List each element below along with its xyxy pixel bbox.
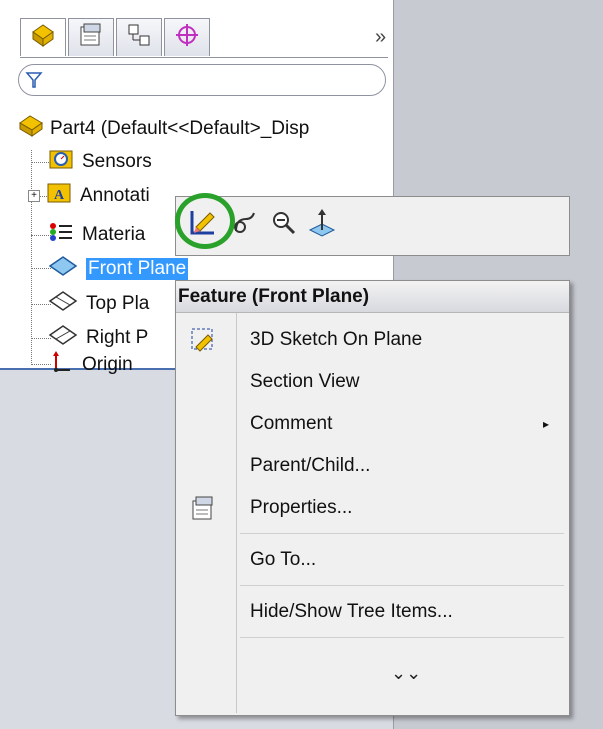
tree-item-label: Front Plane: [86, 258, 189, 280]
submenu-arrow-icon: ▸: [542, 417, 549, 431]
menu-separator: [240, 585, 564, 586]
origin-icon: [48, 350, 74, 380]
material-icon: [48, 220, 74, 250]
tree-item-label: Top Pla: [86, 293, 150, 314]
tree-item-front-plane[interactable]: Front Plane: [48, 254, 189, 284]
tree-item-label: Origin: [82, 354, 133, 375]
zoom-to-selection-icon: [270, 209, 298, 242]
menu-item-properties[interactable]: Properties...: [176, 489, 569, 527]
svg-text:A: A: [54, 188, 65, 203]
zoom-to-selection-button[interactable]: [266, 205, 302, 245]
tree-item-top-plane[interactable]: Top Pla: [48, 289, 149, 319]
plane-icon: [48, 289, 78, 319]
tree-root-label: Part4 (Default<<Default>_Disp: [50, 118, 310, 139]
edit-sketch-button[interactable]: [184, 205, 220, 245]
manager-tabbar: »: [20, 18, 388, 58]
menu-item-label: Comment: [250, 413, 333, 434]
tree-item-origin[interactable]: Origin: [48, 350, 133, 380]
menu-separator: [240, 533, 564, 534]
configuration-manager-icon: [126, 22, 152, 53]
tree-item-annotations[interactable]: + A Annotati: [28, 181, 150, 211]
tree-item-material[interactable]: Materia: [48, 220, 145, 250]
property-manager-tab[interactable]: [68, 18, 114, 56]
properties-icon: [190, 495, 216, 527]
dimxpert-manager-tab[interactable]: [164, 18, 210, 56]
menu-item-go-to[interactable]: Go To...: [176, 541, 569, 579]
context-menu: Feature (Front Plane) 3D Sketch On Plane…: [175, 280, 570, 716]
sketch-3d-icon: [190, 327, 216, 359]
edit-feature-icon: [232, 209, 260, 242]
menu-expand-chevron-icon[interactable]: ⌄⌄: [391, 663, 421, 684]
context-toolbar: [175, 196, 570, 256]
menu-separator: [240, 637, 564, 638]
menu-item-comment[interactable]: Comment ▸: [176, 405, 569, 443]
tree-item-label: Annotati: [80, 185, 150, 206]
menu-item-label: Properties...: [250, 497, 353, 518]
tabbar-divider: [20, 57, 388, 58]
menu-item-label: Parent/Child...: [250, 455, 371, 476]
menu-item-label: 3D Sketch On Plane: [250, 329, 423, 350]
plane-icon: [48, 323, 78, 353]
tab-overflow-button[interactable]: »: [375, 26, 386, 49]
property-manager-icon: [78, 22, 104, 53]
menu-header: Feature (Front Plane): [176, 281, 569, 313]
annotations-icon: A: [46, 181, 72, 211]
part-icon: [18, 114, 44, 144]
menu-item-parent-child[interactable]: Parent/Child...: [176, 447, 569, 485]
normal-to-icon: [307, 208, 337, 243]
tree-root-part[interactable]: Part4 (Default<<Default>_Disp: [18, 114, 309, 144]
feature-manager-icon: [30, 22, 56, 53]
tree-item-sensors[interactable]: Sensors: [48, 147, 152, 177]
tree-item-right-plane[interactable]: Right P: [48, 323, 148, 353]
menu-item-label: Hide/Show Tree Items...: [250, 601, 453, 622]
edit-sketch-icon: [186, 207, 218, 244]
filter-icon: [25, 71, 43, 94]
menu-item-label: Go To...: [250, 549, 317, 570]
normal-to-button[interactable]: [304, 205, 340, 245]
tree-item-label: Sensors: [82, 151, 152, 172]
menu-item-section-view[interactable]: Section View: [176, 363, 569, 401]
configuration-manager-tab[interactable]: [116, 18, 162, 56]
dimxpert-manager-icon: [174, 22, 200, 53]
menu-item-label: Section View: [250, 371, 360, 392]
edit-feature-button[interactable]: [228, 205, 264, 245]
plane-icon: [48, 254, 78, 284]
tree-item-label: Materia: [82, 224, 146, 245]
tree-filter-input[interactable]: [18, 64, 386, 96]
tree-item-label: Right P: [86, 327, 149, 348]
sensors-icon: [48, 147, 74, 177]
expand-icon[interactable]: +: [28, 190, 40, 202]
menu-item-3d-sketch-on-plane[interactable]: 3D Sketch On Plane: [176, 321, 569, 359]
feature-manager-tab[interactable]: [20, 18, 66, 56]
menu-item-hide-show-tree-items[interactable]: Hide/Show Tree Items...: [176, 593, 569, 631]
